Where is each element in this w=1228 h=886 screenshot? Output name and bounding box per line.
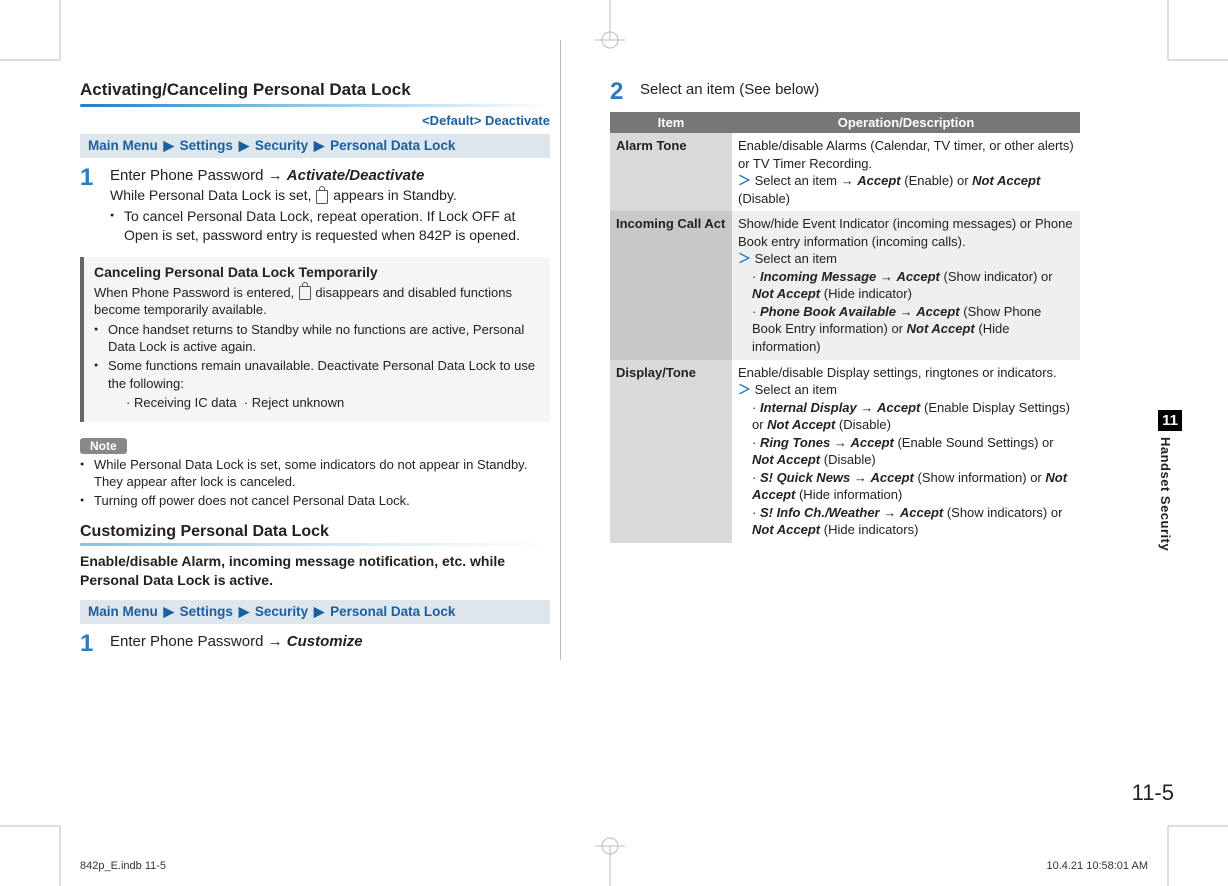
note-item: Turning off power does not cancel Person… (80, 492, 550, 510)
step-instruction: Select an item (See below) (640, 80, 1080, 100)
bc-item: Main Menu (88, 604, 158, 619)
chevron-icon: ＞ (738, 382, 751, 397)
subsection-title: Customizing Personal Data Lock (80, 523, 550, 541)
subtitle-underline (80, 543, 550, 546)
chevron-right-icon: ▶ (239, 138, 249, 153)
note-item: While Personal Data Lock is set, some in… (80, 456, 550, 491)
step-number: 2 (610, 80, 640, 104)
bc-item: Security (255, 604, 308, 619)
step-instruction: Enter Phone Password → Activate/Deactiva… (110, 166, 550, 186)
title-underline (80, 104, 550, 107)
table-row: Incoming Call Act Show/hide Event Indica… (610, 211, 1080, 359)
arrow-icon: → (268, 167, 283, 184)
bc-item: Security (255, 138, 308, 153)
footer-right: 10.4.21 10:58:01 AM (1046, 860, 1148, 872)
bullet-item: Some functions remain unavailable. Deact… (94, 357, 540, 412)
bc-item: Personal Data Lock (330, 138, 455, 153)
operations-table: Item Operation/Description Alarm Tone En… (610, 112, 1080, 543)
chevron-right-icon: ▶ (314, 604, 324, 619)
step-2: 2 Select an item (See below) (610, 80, 1080, 104)
arrow-icon: → (834, 435, 847, 450)
left-column: Activating/Canceling Personal Data Lock … (80, 40, 550, 660)
chevron-right-icon: ▶ (314, 138, 324, 153)
chapter-number: 11 (1158, 410, 1182, 431)
th-desc: Operation/Description (732, 112, 1080, 133)
bc-item: Personal Data Lock (330, 604, 455, 619)
item-name: Display/Tone (610, 360, 732, 543)
arrow-icon: → (860, 400, 873, 415)
right-column: 2 Select an item (See below) Item Operat… (610, 40, 1080, 660)
sub-list: · Receiving IC data · Reject unknown (108, 394, 540, 412)
intro-text: Enable/disable Alarm, incoming message n… (80, 552, 550, 590)
bc-item: Main Menu (88, 138, 158, 153)
chevron-right-icon: ▶ (239, 604, 249, 619)
bullet-item: To cancel Personal Data Lock, repeat ope… (110, 207, 550, 245)
bc-item: Settings (180, 138, 233, 153)
item-name: Alarm Tone (610, 133, 732, 211)
column-divider (560, 40, 561, 660)
chapter-name: Handset Security (1158, 437, 1173, 551)
chevron-icon: ＞ (738, 173, 751, 188)
arrow-icon: → (268, 633, 283, 650)
chevron-right-icon: ▶ (164, 604, 174, 619)
section-title: Activating/Canceling Personal Data Lock (80, 80, 550, 100)
item-name: Incoming Call Act (610, 211, 732, 359)
step-customize-1: 1 Enter Phone Password → Customize (80, 632, 550, 656)
chapter-tab: 11 Handset Security (1158, 410, 1182, 551)
info-box-canceling: Canceling Personal Data Lock Temporarily… (80, 257, 550, 422)
item-desc: Enable/disable Display settings, rington… (732, 360, 1080, 543)
arrow-icon: → (854, 470, 867, 485)
chevron-icon: ＞ (738, 251, 751, 266)
default-value: <Default> Deactivate (80, 113, 550, 128)
step-1: 1 Enter Phone Password → Activate/Deacti… (80, 166, 550, 249)
footer-left: 842p_E.indb 11-5 (80, 860, 166, 872)
bc-item: Settings (180, 604, 233, 619)
box-title: Canceling Personal Data Lock Temporarily (94, 263, 540, 282)
breadcrumb: Main Menu ▶ Settings ▶ Security ▶ Person… (80, 134, 550, 158)
step-number: 1 (80, 632, 110, 656)
item-desc: Enable/disable Alarms (Calendar, TV time… (732, 133, 1080, 211)
table-row: Display/Tone Enable/disable Display sett… (610, 360, 1080, 543)
page-number: 11-5 (1132, 780, 1174, 806)
step-number: 1 (80, 166, 110, 249)
table-row: Alarm Tone Enable/disable Alarms (Calend… (610, 133, 1080, 211)
page-content: Activating/Canceling Personal Data Lock … (80, 40, 1150, 800)
note-badge: Note (80, 438, 127, 454)
arrow-icon: → (880, 269, 893, 284)
box-text: When Phone Password is entered, disappea… (94, 284, 540, 319)
lock-icon (316, 190, 328, 204)
item-desc: Show/hide Event Indicator (incoming mess… (732, 211, 1080, 359)
arrow-icon: → (841, 173, 854, 188)
breadcrumb: Main Menu ▶ Settings ▶ Security ▶ Person… (80, 600, 550, 624)
lock-icon (299, 286, 311, 300)
arrow-icon: → (900, 304, 913, 319)
th-item: Item (610, 112, 732, 133)
step-subtext: While Personal Data Lock is set, appears… (110, 186, 550, 205)
arrow-icon: → (883, 505, 896, 520)
print-footer: 842p_E.indb 11-5 10.4.21 10:58:01 AM (80, 860, 1148, 872)
bullet-item: Once handset returns to Standby while no… (94, 321, 540, 356)
chevron-right-icon: ▶ (164, 138, 174, 153)
step-instruction: Enter Phone Password → Customize (110, 632, 550, 652)
